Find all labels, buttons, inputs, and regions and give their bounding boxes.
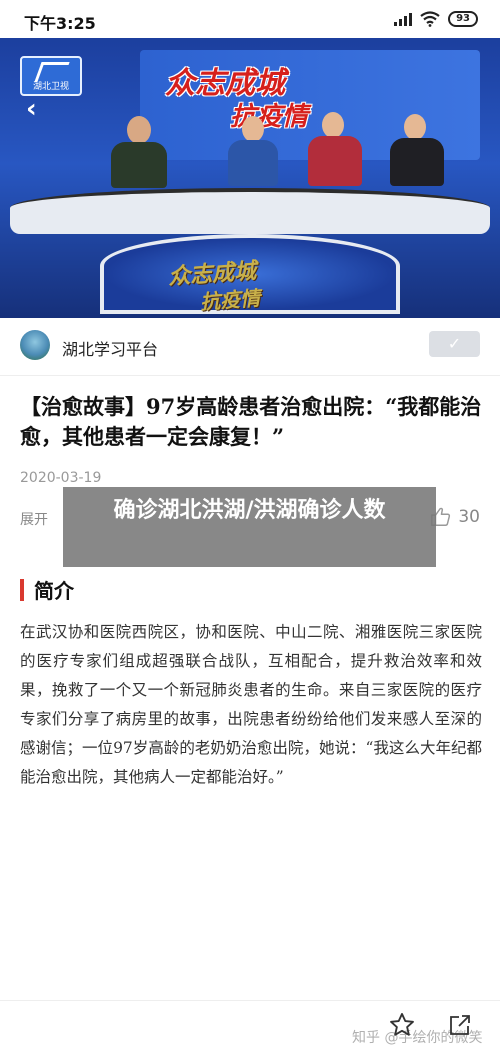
video-player[interactable]: 众志成城 抗疫情 湖北卫视 ‹ 众志成城 抗疫情 xyxy=(0,38,500,318)
like-count: 30 xyxy=(458,507,480,527)
article-title: 【治愈故事】97岁高龄患者治愈出院：“我都能治愈，其他患者一定会康复！” xyxy=(20,394,482,449)
desk-title-line2: 抗疫情 xyxy=(199,285,261,315)
author-name[interactable]: 湖北学习平台 xyxy=(62,336,158,360)
section-accent-bar xyxy=(20,578,24,601)
status-icons: 93 xyxy=(394,11,478,27)
overlay-caption: 确诊湖北洪湖/洪湖确诊人数 xyxy=(63,487,436,567)
check-icon: ✓ xyxy=(447,334,462,353)
channel-logo-text: 湖北卫视 xyxy=(32,82,69,92)
article-date: 2020-03-19 xyxy=(20,470,102,486)
section-title: 简介 xyxy=(34,579,74,603)
battery-icon: 93 xyxy=(448,11,478,27)
author-avatar[interactable] xyxy=(20,330,50,360)
wifi-icon xyxy=(420,11,440,27)
channel-logo: 湖北卫视 xyxy=(20,56,82,96)
section-header: 简介 xyxy=(20,575,74,604)
star-icon[interactable] xyxy=(388,1011,416,1039)
studio-desk xyxy=(10,188,490,234)
section-body: 在武汉协和医院西院区，协和医院、中山二院、湘雅医院三家医院的医疗专家们组成超强联… xyxy=(20,623,482,786)
bottom-toolbar: 知乎 @手绘你的微笑 xyxy=(0,1000,500,1055)
follow-button[interactable]: ✓ xyxy=(429,331,480,357)
status-time: 下午3:25 xyxy=(24,14,96,33)
share-icon[interactable] xyxy=(448,1013,472,1037)
like-button[interactable]: 30 xyxy=(430,506,480,528)
author-row: 湖北学习平台 ✓ xyxy=(0,318,500,376)
expand-link[interactable]: 展开 xyxy=(20,509,48,529)
status-bar: 下午3:25 93 xyxy=(0,0,500,38)
signal-icon xyxy=(394,12,413,26)
back-arrow-icon[interactable]: ‹ xyxy=(26,94,37,124)
